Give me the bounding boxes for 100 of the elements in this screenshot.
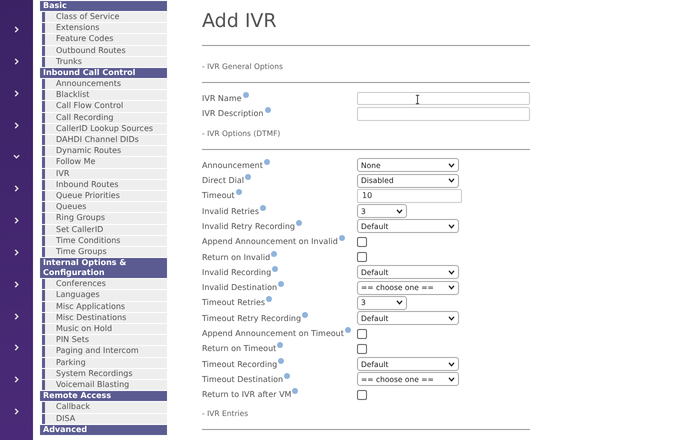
nav-item[interactable]: Time Groups [42,247,167,258]
help-icon[interactable] [284,372,290,379]
chevron-right-icon[interactable] [13,185,20,192]
help-icon[interactable] [260,204,266,211]
nav-item[interactable]: DAHDI Channel DIDs [42,135,167,146]
chevron-down-icon[interactable] [13,153,20,160]
nav-item[interactable]: Call Flow Control [42,101,167,112]
field-label: Invalid Retries [202,206,259,216]
caret-icon [448,162,455,168]
nav-item[interactable]: DISA [42,414,167,424]
chevron-right-icon[interactable] [13,248,20,256]
nav-item[interactable]: Conferences [42,279,167,290]
field-label: Direct Dial [202,176,244,186]
help-icon[interactable] [271,250,278,257]
field-label: IVR Name [202,94,242,104]
nav-item[interactable]: Blacklist [42,90,167,100]
field-label: Append Announcement on Timeout [202,329,344,338]
nav-item[interactable]: Callback [42,402,167,412]
chevron-right-icon[interactable] [13,408,20,416]
caret-icon [396,208,403,214]
text-field[interactable]: 10 [357,189,462,203]
field-label: Timeout Recording [202,360,278,369]
checkbox[interactable] [357,236,367,247]
nav-section-header: Inbound Call Control [40,68,167,78]
help-icon[interactable] [277,342,284,348]
help-icon[interactable] [264,107,270,114]
text-cursor-icon [415,94,420,105]
help-icon[interactable] [302,312,308,318]
nav-item[interactable]: Languages [42,290,167,301]
chevron-right-icon[interactable] [13,58,20,65]
nav-item[interactable]: Trunks [42,56,167,68]
nav-item[interactable]: CallerID Lookup Sources [42,124,167,134]
nav-item[interactable]: Paging and Intercom [42,346,167,357]
help-icon[interactable] [296,220,302,226]
field-label: Invalid Retry Recording [202,222,295,231]
field-label: Return to IVR after VM [202,390,292,400]
chevron-right-icon[interactable] [13,26,20,33]
caret-icon [396,300,403,306]
nav-item[interactable]: Music on Hold [42,324,167,334]
text-field[interactable] [357,92,530,106]
nav-section-header: Internal Options & Configuration [40,258,167,278]
field-label: Return on Timeout [202,344,276,354]
nav-section-header: Advanced [40,424,167,435]
field-label: Announcement [202,160,263,170]
nav-item[interactable]: Set CallerID [42,224,167,235]
checkbox[interactable] [357,390,367,400]
help-icon[interactable] [266,296,272,302]
nav-item[interactable]: Ring Groups [42,213,167,224]
text-field[interactable] [357,107,530,121]
help-icon[interactable] [292,388,298,394]
nav-item[interactable]: System Recordings [42,368,167,380]
help-icon[interactable] [338,235,345,242]
help-icon[interactable] [278,281,284,288]
nav-item[interactable]: Voicemail Blasting [42,380,167,390]
help-icon[interactable] [242,92,249,98]
nav-item[interactable]: Follow Me [42,157,167,168]
checkbox[interactable] [357,252,367,262]
chevron-right-icon[interactable] [13,280,20,288]
nav-item[interactable]: Extensions [42,23,167,34]
caret-icon [448,178,455,184]
field-label: Timeout Retry Recording [202,314,302,323]
chevron-right-icon[interactable] [13,217,20,224]
nav-item[interactable]: Call Recording [42,112,167,123]
chevron-right-icon[interactable] [13,312,20,320]
chevron-right-icon[interactable] [13,90,20,97]
nav-item[interactable]: Time Conditions [42,236,167,246]
help-icon[interactable] [272,266,278,272]
chevron-right-icon[interactable] [13,376,20,384]
nav-item[interactable]: Dynamic Routes [42,146,167,156]
field-label: Invalid Destination [202,283,278,292]
help-icon[interactable] [278,358,284,364]
nav-item[interactable]: Parking [42,358,167,368]
nav-item[interactable]: Outbound Routes [42,46,167,56]
nav-section-header: Remote Access [40,391,167,402]
field-label: IVR Description [202,109,264,118]
nav-item[interactable]: Feature Codes [42,34,167,45]
checkbox[interactable] [357,328,367,338]
chevron-right-icon[interactable] [13,122,20,129]
field-label: Timeout Destination [202,374,284,384]
chevron-right-icon[interactable] [13,344,20,352]
nav-item[interactable]: Misc Applications [42,302,167,312]
nav-item[interactable]: Class of Service [42,12,167,22]
nav-item[interactable]: IVR [42,168,167,179]
nav-item[interactable]: Inbound Routes [42,180,167,190]
nav-item[interactable]: PIN Sets [42,335,167,346]
nav-item[interactable]: Queues [42,202,167,212]
caret-icon [448,376,455,382]
nav-item[interactable]: Queue Priorities [42,191,167,202]
field-label: Timeout [202,191,235,200]
field-label: Invalid Recording [202,268,272,277]
caret-icon [448,316,455,321]
help-icon[interactable] [245,174,252,180]
caret-icon [448,362,455,367]
nav-item[interactable]: Misc Destinations [42,312,167,324]
help-icon[interactable] [264,158,270,165]
help-icon[interactable] [236,189,242,196]
help-icon[interactable] [344,327,351,333]
checkbox[interactable] [357,344,367,354]
field-label: Append Announcement on Invalid [202,237,338,246]
nav-item[interactable]: Announcements [42,79,167,90]
